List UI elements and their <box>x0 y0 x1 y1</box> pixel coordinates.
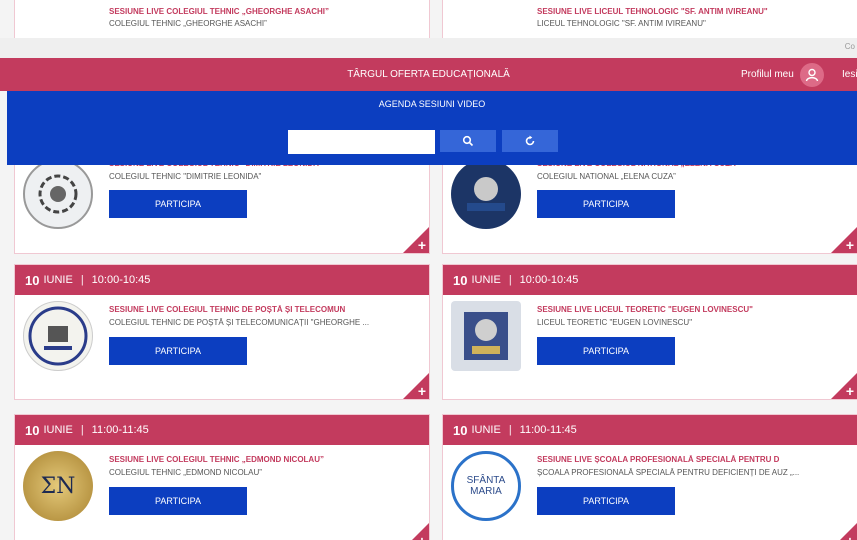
session-school-name: COLEGIUL NATIONAL „ELENA CUZA” <box>537 172 676 181</box>
session-card-header: 10 IUNIE | 10:00-10:45 <box>443 265 857 295</box>
header-separator: | <box>80 274 84 286</box>
session-day: 10 <box>453 272 468 288</box>
participate-button[interactable]: PARTICIPA <box>537 337 675 365</box>
participate-button[interactable]: PARTICIPA <box>537 190 675 218</box>
session-month: IUNIE <box>471 274 501 286</box>
session-live-title[interactable]: SESIUNE LIVE COLEGIUL TEHNIC „GHEORGHE A… <box>109 7 419 16</box>
event-header-bar: TÂRGUL OFERTA EDUCAȚIONALĂ Profilul meu … <box>0 58 857 91</box>
session-card-header: 10 IUNIE | 11:00-11:45 <box>443 415 857 445</box>
session-time: 11:00-11:45 <box>519 424 577 436</box>
participate-button[interactable]: PARTICIPA <box>109 487 247 515</box>
plus-icon[interactable]: + <box>846 238 854 252</box>
session-school-name: COLEGIUL TEHNIC „GHEORGHE ASACHI” <box>109 19 267 28</box>
session-live-title[interactable]: SESIUNE LIVE LICEUL TEORETIC "EUGEN LOVI… <box>537 305 847 314</box>
user-icon[interactable] <box>800 63 824 87</box>
search-icon <box>462 135 474 147</box>
reset-button[interactable] <box>502 130 558 152</box>
session-month: IUNIE <box>43 424 73 436</box>
session-school-name: COLEGIUL TEHNIC „EDMOND NICOLAU” <box>109 468 262 477</box>
top-strip: Co <box>0 38 857 58</box>
event-title: TÂRGUL OFERTA EDUCAȚIONALĂ <box>347 69 510 80</box>
session-live-title[interactable]: SESIUNE LIVE LICEUL TEHNOLOGIC "SF. ANTI… <box>537 7 847 16</box>
session-time: 10:00-10:45 <box>519 274 579 286</box>
plus-icon[interactable]: + <box>418 534 426 540</box>
agenda-panel: AGENDA SESIUNI VIDEO <box>7 91 857 165</box>
session-card-header: 10 IUNIE | 10:00-10:45 <box>15 265 429 295</box>
session-live-title[interactable]: SESIUNE LIVE COLEGIUL TEHNIC DE POȘTĂ ȘI… <box>109 305 419 314</box>
session-time: 11:00-11:45 <box>91 424 149 436</box>
plus-icon[interactable]: + <box>418 238 426 252</box>
profile-link[interactable]: Profilul meu <box>741 69 794 80</box>
school-logo <box>23 301 93 371</box>
session-day: 10 <box>25 422 40 438</box>
school-logo <box>451 159 521 229</box>
session-card: 10 IUNIE | 11:00-11:45 ΣN SESIUNE LIVE C… <box>14 414 430 540</box>
session-school-name: LICEUL TEORETIC "EUGEN LOVINESCU" <box>537 318 693 327</box>
school-logo <box>23 159 93 229</box>
session-school-name: COLEGIUL TEHNIC DE POȘTĂ ȘI TELECOMUNICA… <box>109 318 370 327</box>
session-month: IUNIE <box>471 424 501 436</box>
session-card: SESIUNE LIVE COLEGIUL TEHNIC „GHEORGHE A… <box>14 0 430 42</box>
session-time: 10:00-10:45 <box>91 274 151 286</box>
session-card: SESIUNE LIVE LICEUL TEHNOLOGIC "SF. ANTI… <box>442 0 857 42</box>
session-card: 10 IUNIE | 10:00-10:45 SESIUNE LIVE COLE… <box>14 264 430 400</box>
session-card: 10 IUNIE | 10:00-10:45 SESIUNE LIVE LICE… <box>442 264 857 400</box>
plus-icon[interactable]: + <box>846 384 854 398</box>
session-day: 10 <box>25 272 40 288</box>
session-live-title[interactable]: SESIUNE LIVE COLEGIUL TEHNIC „EDMOND NIC… <box>109 455 419 464</box>
cookie-text-fragment: Co <box>844 42 855 51</box>
agenda-title: AGENDA SESIUNI VIDEO <box>378 99 486 109</box>
participate-button[interactable]: PARTICIPA <box>109 190 247 218</box>
header-separator: | <box>508 274 512 286</box>
header-separator: | <box>508 424 512 436</box>
school-logo: SFÂNTA MARIA <box>451 451 521 521</box>
session-day: 10 <box>453 422 468 438</box>
header-separator: | <box>80 424 84 436</box>
session-month: IUNIE <box>43 274 73 286</box>
plus-icon[interactable]: + <box>846 534 854 540</box>
logout-link[interactable]: Iesi <box>842 69 857 80</box>
session-card-header: 10 IUNIE | 11:00-11:45 <box>15 415 429 445</box>
session-school-name: COLEGIUL TEHNIC "DIMITRIE LEONIDA" <box>109 172 262 181</box>
search-input[interactable] <box>288 130 435 154</box>
search-button[interactable] <box>440 130 496 152</box>
session-card: 10 IUNIE | 11:00-11:45 SFÂNTA MARIA SESI… <box>442 414 857 540</box>
participate-button[interactable]: PARTICIPA <box>537 487 675 515</box>
refresh-icon <box>525 135 535 146</box>
plus-icon[interactable]: + <box>418 384 426 398</box>
page: SESIUNE LIVE COLEGIUL TEHNIC „GHEORGHE A… <box>0 0 857 540</box>
session-live-title[interactable]: SESIUNE LIVE ȘCOALA PROFESIONALĂ SPECIAL… <box>537 455 847 464</box>
school-logo <box>451 301 521 371</box>
session-school-name: ȘCOALA PROFESIONALĂ SPECIALĂ PENTRU DEFI… <box>537 468 800 477</box>
participate-button[interactable]: PARTICIPA <box>109 337 247 365</box>
session-school-name: LICEUL TEHNOLOGIC "SF. ANTIM IVIREANU" <box>537 19 706 28</box>
school-logo: ΣN <box>23 451 93 521</box>
